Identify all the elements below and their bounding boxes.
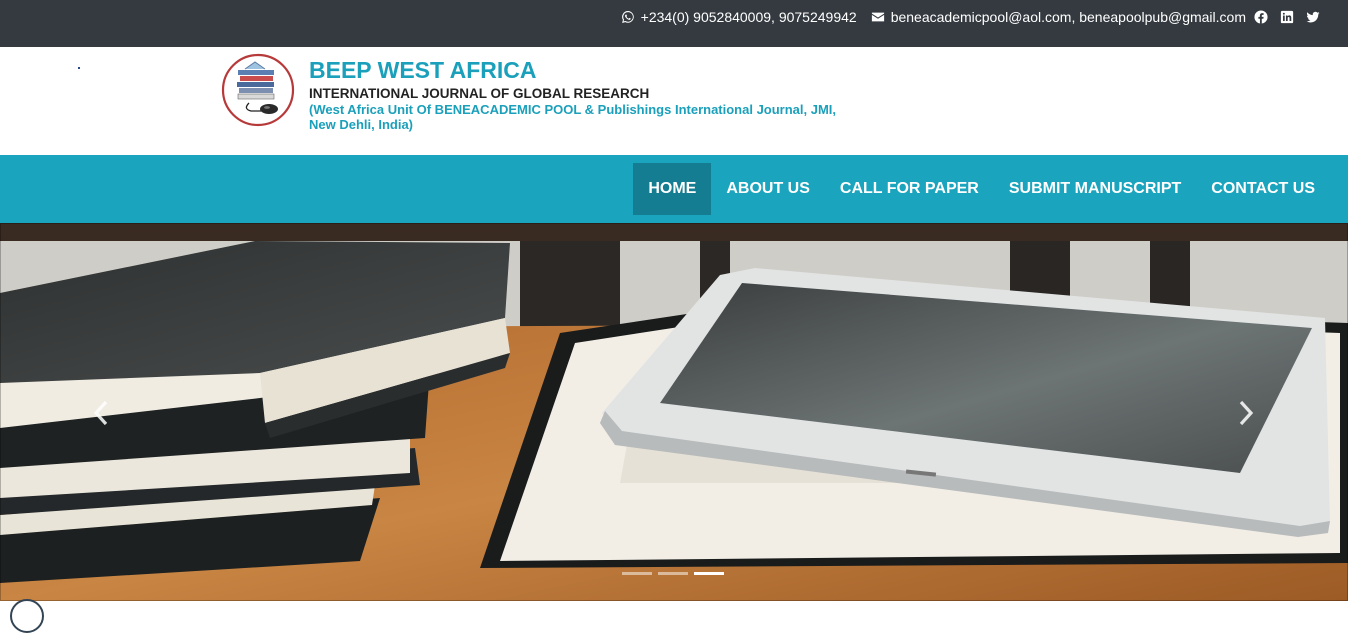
site-title[interactable]: BEEP WEST AFRICA bbox=[309, 57, 849, 83]
decorative-dot bbox=[78, 67, 80, 69]
nav-menu: HOME ABOUT US CALL FOR PAPER SUBMIT MANU… bbox=[633, 163, 1330, 215]
nav-item-home[interactable]: HOME bbox=[633, 163, 712, 215]
site-header: BEEP WEST AFRICA INTERNATIONAL JOURNAL O… bbox=[0, 47, 1348, 155]
brand-block: BEEP WEST AFRICA INTERNATIONAL JOURNAL O… bbox=[309, 57, 849, 132]
hero-carousel bbox=[0, 223, 1348, 601]
carousel-indicator[interactable] bbox=[622, 572, 652, 575]
envelope-icon bbox=[871, 10, 885, 24]
email-text: beneacademicpool@aol.com, beneapoolpub@g… bbox=[890, 9, 1246, 25]
hero-slide-image bbox=[0, 223, 1348, 601]
nav-item-about-us[interactable]: ABOUT US bbox=[711, 163, 825, 215]
nav-item-contact-us[interactable]: CONTACT US bbox=[1196, 163, 1330, 215]
chevron-right-icon bbox=[1239, 400, 1254, 426]
carousel-indicators bbox=[622, 572, 724, 575]
carousel-indicator-active[interactable] bbox=[694, 572, 724, 575]
main-navbar: HOME ABOUT US CALL FOR PAPER SUBMIT MANU… bbox=[0, 155, 1348, 223]
twitter-icon[interactable] bbox=[1306, 10, 1320, 24]
journal-logo[interactable] bbox=[221, 53, 295, 127]
phone-text: +234(0) 9052840009, 9075249942 bbox=[640, 9, 857, 25]
nav-item-call-for-paper[interactable]: CALL FOR PAPER bbox=[825, 163, 994, 215]
site-subtitle: INTERNATIONAL JOURNAL OF GLOBAL RESEARCH bbox=[309, 86, 650, 101]
linkedin-icon[interactable] bbox=[1280, 10, 1294, 24]
whatsapp-icon bbox=[621, 10, 635, 24]
carousel-prev-button[interactable] bbox=[86, 393, 116, 433]
carousel-next-button[interactable] bbox=[1231, 393, 1261, 433]
chevron-left-icon bbox=[93, 400, 108, 426]
top-contact-bar: +234(0) 9052840009, 9075249942 beneacade… bbox=[0, 0, 1348, 47]
nav-item-submit-manuscript[interactable]: SUBMIT MANUSCRIPT bbox=[994, 163, 1196, 215]
partial-badge-icon bbox=[10, 599, 44, 633]
facebook-icon[interactable] bbox=[1254, 10, 1268, 24]
site-tagline: (West Africa Unit Of BENEACADEMIC POOL &… bbox=[309, 102, 837, 132]
carousel-indicator[interactable] bbox=[658, 572, 688, 575]
